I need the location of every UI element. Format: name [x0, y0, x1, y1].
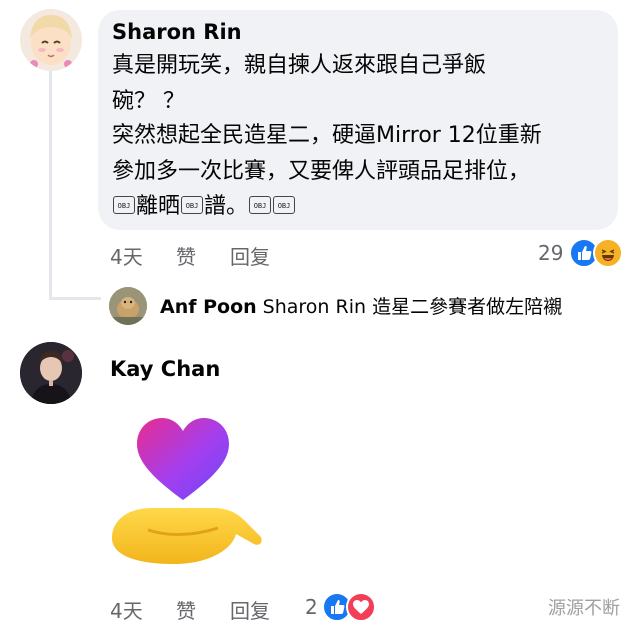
reaction-count[interactable]: 2 — [305, 595, 318, 619]
watermark-text: 源源不断 — [548, 598, 620, 619]
comment-text-fragment: 譜。 — [204, 194, 249, 219]
comment-text-line: OBJ 離晒 OBJ 譜。 OBJ OBJ — [112, 191, 296, 223]
reply-text[interactable]: Sharon Rin 造星二參賽者做左陪襯 — [263, 296, 562, 318]
pet-photo-icon — [109, 287, 147, 325]
comment-text-fragment: 離晒 — [136, 194, 181, 219]
like-button[interactable]: 赞 — [176, 241, 196, 270]
comment-author[interactable]: Sharon Rin — [112, 20, 242, 44]
reply-button[interactable]: 回复 — [230, 595, 270, 624]
avatar-kay-chan[interactable] — [20, 342, 82, 404]
missing-glyph-box: OBJ — [273, 196, 296, 214]
missing-glyph-box: OBJ — [249, 196, 272, 214]
missing-glyph-box: OBJ — [181, 196, 204, 214]
comment-text-line: 碗？ ？ — [112, 89, 185, 114]
love-icon[interactable] — [346, 592, 376, 622]
comment-text-line: 真是開玩笑，親自揀人返來跟自己爭飯 — [112, 53, 487, 78]
reply-author[interactable]: Anf Poon — [160, 296, 257, 318]
comment-timestamp[interactable]: 4天 — [110, 241, 143, 270]
thread-branch — [49, 297, 101, 300]
comment-timestamp[interactable]: 4天 — [110, 595, 143, 624]
thread-line — [49, 68, 52, 300]
comment-text-line: 參加多一次比賽，又要俾人評頭品足排位， — [112, 159, 531, 184]
heart-in-hand-sticker[interactable] — [110, 412, 270, 582]
reply-row: Anf Poon Sharon Rin 造星二參賽者做左陪襯 — [160, 292, 562, 319]
avatar-anf-poon[interactable] — [109, 287, 147, 325]
anime-avatar-icon — [20, 9, 82, 71]
comment-author[interactable]: Kay Chan — [110, 357, 220, 381]
reaction-count[interactable]: 29 — [538, 241, 563, 265]
reply-button[interactable]: 回复 — [230, 241, 270, 270]
like-button[interactable]: 赞 — [176, 595, 196, 624]
missing-glyph-box: OBJ — [113, 196, 135, 214]
person-photo-icon — [20, 342, 82, 404]
comment-text-line: 突然想起全民造星二，硬逼Mirror 12位重新 — [112, 123, 542, 148]
avatar-sharon-rin[interactable] — [20, 9, 82, 71]
haha-icon[interactable] — [593, 238, 623, 268]
